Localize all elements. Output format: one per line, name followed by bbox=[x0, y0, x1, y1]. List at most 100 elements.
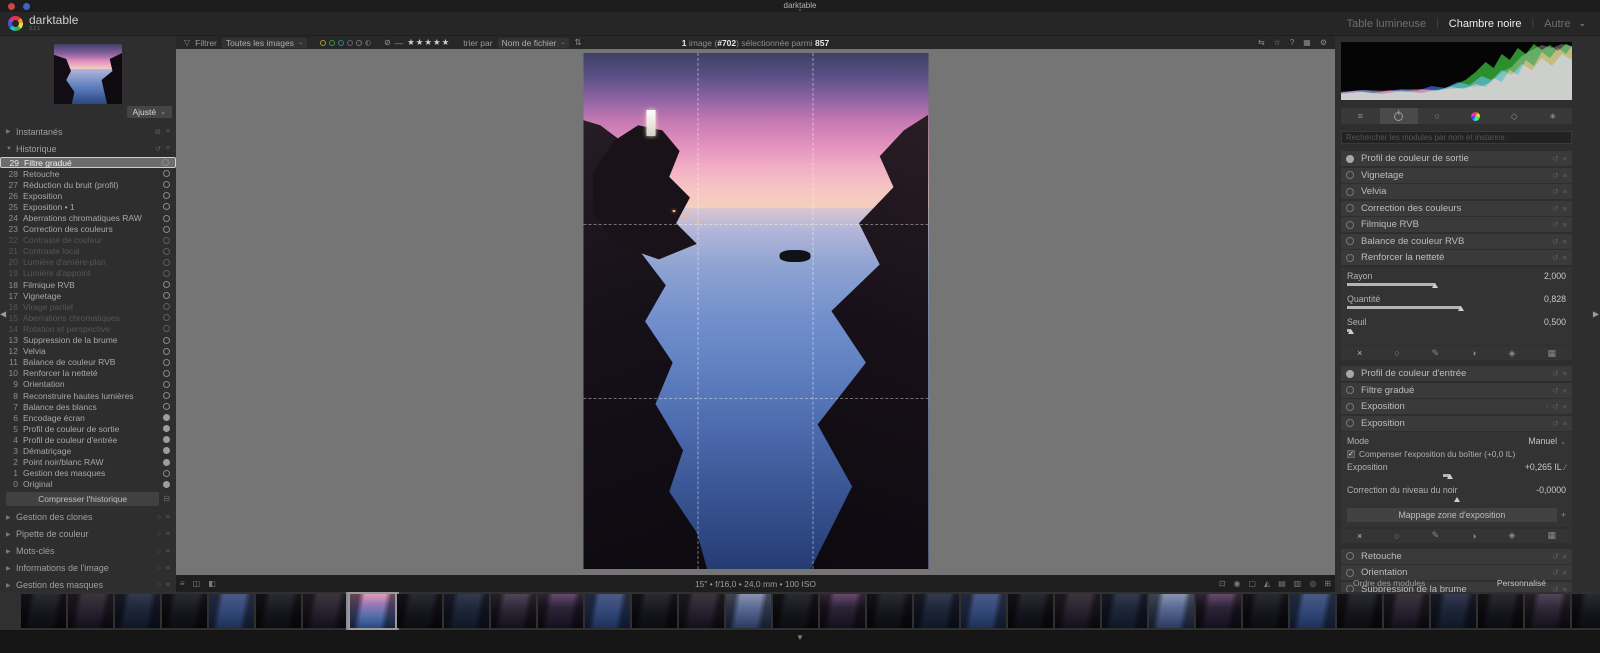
zoom-preset-button[interactable]: Ajusté ⌄ bbox=[127, 106, 173, 118]
slider-quantit-[interactable]: Quantité0,828 bbox=[1347, 294, 1566, 311]
enable-toggle-icon[interactable] bbox=[163, 381, 170, 388]
blend-parametric-mask-icon[interactable]: ◑ bbox=[1471, 348, 1476, 358]
color-label-icon[interactable] bbox=[338, 40, 344, 46]
filmstrip-thumbnail[interactable] bbox=[1243, 594, 1288, 628]
filmstrip-thumbnail[interactable] bbox=[585, 594, 630, 628]
enable-toggle-icon[interactable] bbox=[163, 181, 170, 188]
filmstrip-thumbnail[interactable] bbox=[1478, 594, 1523, 628]
preferences-icon[interactable]: ⚙ bbox=[1320, 38, 1327, 47]
slider-correction-du-niveau-du-noir[interactable]: Correction du niveau du noir-0,0000 bbox=[1347, 485, 1566, 502]
slider-track[interactable] bbox=[1347, 473, 1566, 479]
history-item[interactable]: 29Filtre gradué bbox=[0, 157, 176, 168]
compress-history-button[interactable]: Compresser l'historique bbox=[6, 492, 159, 506]
module-header-velvia[interactable]: Velvia↺≡ bbox=[1341, 184, 1572, 199]
filmstrip-thumbnail[interactable] bbox=[444, 594, 489, 628]
tab-correction-group[interactable]: ◇ bbox=[1495, 108, 1534, 124]
enable-toggle-icon[interactable] bbox=[163, 337, 170, 344]
reset-icon[interactable]: ○ bbox=[157, 531, 161, 538]
history-item[interactable]: 18Filmique RVB bbox=[0, 279, 176, 290]
filmstrip-thumbnail[interactable] bbox=[1008, 594, 1053, 628]
slider-seuil[interactable]: Seuil0,500 bbox=[1347, 317, 1566, 334]
enable-toggle-icon[interactable] bbox=[163, 237, 170, 244]
enable-toggle-icon[interactable] bbox=[163, 170, 170, 177]
filmstrip-thumbnail[interactable] bbox=[867, 594, 912, 628]
thumbnail-grid-icon[interactable]: ≡ bbox=[180, 579, 185, 588]
reset-icon[interactable]: ↺ bbox=[1552, 253, 1558, 262]
filmstrip-thumbnail[interactable] bbox=[303, 594, 348, 628]
color-assessment-icon[interactable]: ◧ bbox=[208, 579, 216, 588]
filmstrip-thumbnail[interactable] bbox=[115, 594, 160, 628]
history-item[interactable]: 3Dématriçage bbox=[0, 445, 176, 456]
power-icon[interactable] bbox=[1346, 171, 1354, 179]
history-item[interactable]: 15Aberrations chromatiques bbox=[0, 312, 176, 323]
enable-toggle-icon[interactable] bbox=[163, 270, 170, 277]
power-icon[interactable] bbox=[1346, 188, 1354, 196]
history-item[interactable]: 7Balance des blancs bbox=[0, 401, 176, 412]
filmstrip-thumbnail[interactable] bbox=[1055, 594, 1100, 628]
filmstrip-thumbnail[interactable] bbox=[538, 594, 583, 628]
history-item[interactable]: 16Virage partiel bbox=[0, 301, 176, 312]
history-item[interactable]: 13Suppression de la brume bbox=[0, 335, 176, 346]
power-icon[interactable] bbox=[1346, 569, 1354, 577]
filmstrip-thumbnail[interactable] bbox=[1431, 594, 1476, 628]
enable-toggle-icon[interactable] bbox=[163, 359, 170, 366]
module-header-vignetage[interactable]: Vignetage↺≡ bbox=[1341, 168, 1572, 183]
blend-uniform-icon[interactable]: ○ bbox=[1394, 531, 1399, 541]
enable-toggle-icon[interactable] bbox=[163, 192, 170, 199]
filmstrip-thumbnail[interactable] bbox=[397, 594, 442, 628]
history-item[interactable]: 17Vignetage bbox=[0, 290, 176, 301]
reset-icon[interactable]: ↺ bbox=[1552, 204, 1558, 213]
presets-icon[interactable]: ≡ bbox=[1563, 568, 1567, 577]
enable-toggle-icon[interactable] bbox=[163, 481, 170, 488]
section-snapshots[interactable]: ▶ Instantanés ⊞ ≡ bbox=[0, 124, 176, 139]
edited-photo[interactable] bbox=[583, 53, 928, 569]
power-icon[interactable] bbox=[1346, 204, 1354, 212]
section-gestion-des-clones[interactable]: ▶Gestion des clones○≡ bbox=[0, 510, 176, 525]
blend-off-icon[interactable]: × bbox=[1357, 348, 1362, 358]
filmstrip-thumbnail-selected[interactable] bbox=[350, 594, 395, 628]
right-panel-collapse-arrow[interactable]: ▶ bbox=[1593, 310, 1599, 319]
module-header-renforcer-la-nettet-[interactable]: Renforcer la netteté↺≡ bbox=[1341, 250, 1572, 265]
tab-active-modules[interactable]: ≡ bbox=[1341, 108, 1380, 124]
history-item[interactable]: 24Aberrations chromatiques RAW bbox=[0, 212, 176, 223]
presets-icon[interactable]: ≡ bbox=[166, 145, 170, 152]
filmstrip-thumbnail[interactable] bbox=[1525, 594, 1570, 628]
power-icon[interactable] bbox=[1346, 370, 1354, 378]
blend-parametric-mask-icon[interactable]: ◑ bbox=[1471, 531, 1476, 541]
slider-track[interactable] bbox=[1347, 496, 1566, 502]
presets-icon[interactable]: ≡ bbox=[1563, 237, 1567, 246]
history-item[interactable]: 22Contraste de couleur bbox=[0, 235, 176, 246]
reset-icon[interactable]: ↺ bbox=[1552, 220, 1558, 229]
enable-toggle-icon[interactable] bbox=[163, 348, 170, 355]
reset-icon[interactable]: ↺ bbox=[155, 145, 161, 153]
color-label-icon[interactable] bbox=[329, 40, 335, 46]
blend-drawn-mask-icon[interactable]: ✎ bbox=[1432, 530, 1440, 541]
reset-icon[interactable]: ↺ bbox=[1552, 154, 1558, 163]
enable-toggle-icon[interactable] bbox=[163, 281, 170, 288]
presets-icon[interactable]: ≡ bbox=[1563, 187, 1567, 196]
view-tab-chambre-noire[interactable]: Chambre noire bbox=[1449, 18, 1522, 30]
presets-icon[interactable]: ≡ bbox=[1563, 220, 1567, 229]
history-item[interactable]: 8Reconstruire hautes lumières bbox=[0, 390, 176, 401]
slider-track[interactable] bbox=[1347, 328, 1566, 334]
filmstrip-thumbnail[interactable] bbox=[773, 594, 818, 628]
compress-icon[interactable]: ⊟ bbox=[163, 494, 170, 503]
history-item[interactable]: 19Lumière d'appoint bbox=[0, 268, 176, 279]
enable-toggle-icon[interactable] bbox=[163, 248, 170, 255]
filmstrip-thumbnail[interactable] bbox=[1337, 594, 1382, 628]
gamut-check-icon[interactable]: ▥ bbox=[1294, 579, 1302, 588]
presets-icon[interactable]: ≡ bbox=[1563, 402, 1567, 411]
enable-toggle-icon[interactable] bbox=[163, 470, 170, 477]
presets-icon[interactable]: ≡ bbox=[166, 514, 170, 521]
color-label-icon[interactable] bbox=[320, 40, 326, 46]
module-header-filtre-gradu-[interactable]: Filtre gradué↺≡ bbox=[1341, 383, 1572, 398]
filmstrip-thumbnail[interactable] bbox=[820, 594, 865, 628]
history-item[interactable]: 14Rotation et perspective bbox=[0, 323, 176, 334]
section-history[interactable]: ▼ Historique ↺ ≡ bbox=[0, 141, 176, 156]
enable-toggle-icon[interactable] bbox=[163, 215, 170, 222]
history-item[interactable]: 11Balance de couleur RVB bbox=[0, 357, 176, 368]
presets-icon[interactable]: ≡ bbox=[1563, 171, 1567, 180]
blend-raster-mask-icon[interactable]: ▦ bbox=[1547, 348, 1556, 359]
filmstrip-thumbnail[interactable] bbox=[491, 594, 536, 628]
filmstrip-thumbnail[interactable] bbox=[914, 594, 959, 628]
